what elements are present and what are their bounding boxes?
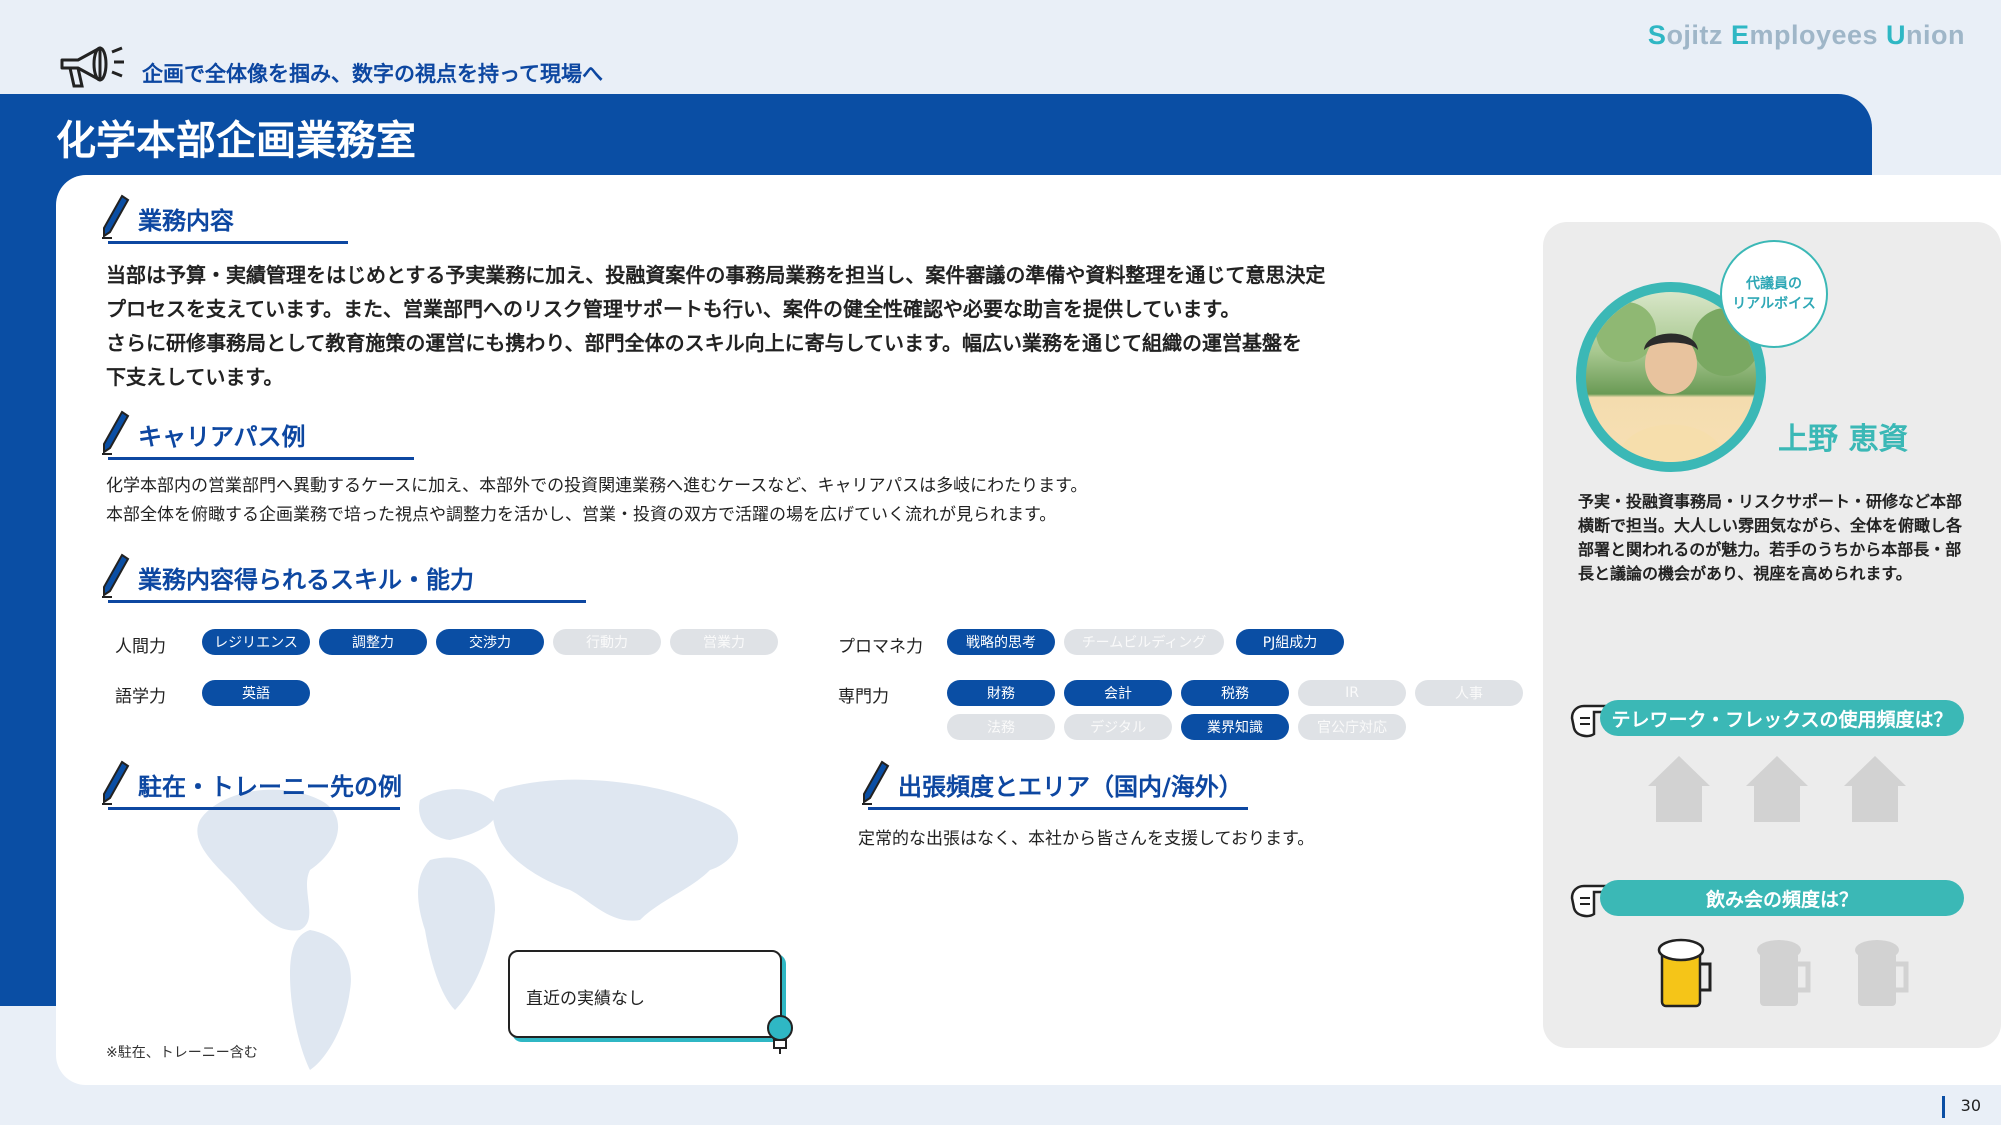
heading-underline	[868, 807, 1248, 810]
person-name: 上野 恵資	[1778, 422, 1909, 457]
career-line: 本部全体を俯瞰する企画業務で培った視点や調整力を活かし、営業・投資の双方で活躍の…	[106, 505, 1057, 525]
skill-pill: 財務	[947, 680, 1055, 706]
house-icon	[1746, 756, 1808, 822]
duties-text: 当部は予算・実績管理をはじめとする予実業務に加え、投融資案件の事務局業務を担当し…	[106, 258, 1486, 394]
pen-icon	[102, 553, 130, 598]
duties-line: さらに研修事務局として教育施策の運営にも携わり、部門全体のスキル向上に寄与してい…	[106, 331, 1302, 355]
heading-underline	[108, 600, 586, 603]
drinking-question: 飲み会の頻度は？	[1600, 880, 1964, 916]
skill-pill: チームビルディング	[1064, 629, 1224, 655]
section-heading-skills: 業務内容得られるスキル・能力	[100, 553, 586, 603]
bubble-text: リアルボイス	[1732, 296, 1816, 312]
page-number: 30	[1960, 1096, 1981, 1115]
lightbulb-icon	[767, 1015, 793, 1054]
telework-question: テレワーク・フレックスの使用頻度は？	[1600, 700, 1964, 736]
skill-pill: レジリエンス	[202, 629, 310, 655]
career-text: 化学本部内の営業部門へ異動するケースに加え、本部外での投資関連業務へ進むケースな…	[106, 472, 1406, 530]
skill-pill: 調整力	[319, 629, 427, 655]
bubble-text: 代議員の	[1746, 276, 1802, 292]
page-number-bar	[1942, 1096, 1945, 1118]
skill-pill: 交渉力	[436, 629, 544, 655]
beer-mug-icon	[1657, 938, 1712, 1008]
skill-pill: IR	[1298, 680, 1406, 706]
duties-line: プロセスを支えています。また、営業部門へのリスク管理サポートも行い、案件の健全性…	[106, 297, 1241, 321]
voice-bubble: 代議員の リアルボイス	[1720, 240, 1828, 348]
page-title: 化学本部企画業務室	[56, 118, 416, 164]
heading-underline	[108, 241, 348, 244]
callout-text: 直近の実績なし	[526, 989, 645, 1009]
house-icon	[1844, 756, 1906, 822]
duties-line: 当部は予算・実績管理をはじめとする予実業務に加え、投融資案件の事務局業務を担当し…	[106, 263, 1326, 287]
skill-pill: PJ組成力	[1236, 629, 1344, 655]
megaphone-icon	[60, 46, 124, 88]
beer-mug-icon	[1855, 940, 1909, 1006]
travel-text: 定常的な出張はなく、本社から皆さんを支援しております。	[858, 829, 1315, 849]
skill-pill: 行動力	[553, 629, 661, 655]
section-heading-posting: 駐在・トレーニー先の例	[100, 760, 402, 810]
skill-label-language: 語学力	[115, 687, 166, 707]
posting-footnote: ※駐在、トレーニー含む	[106, 1045, 258, 1061]
skill-label-expert: 専門力	[838, 687, 889, 707]
heading-underline	[108, 807, 400, 810]
skill-pill: 戦略的思考	[947, 629, 1055, 655]
beer-mug-icon	[1757, 940, 1811, 1006]
pen-icon	[102, 410, 130, 455]
section-heading-travel: 出張頻度とエリア（国内/海外）	[860, 760, 1248, 810]
career-line: 化学本部内の営業部門へ異動するケースに加え、本部外での投資関連業務へ進むケースな…	[106, 476, 1088, 496]
section-heading-duties: 業務内容	[100, 194, 348, 244]
skill-pill: 官公庁対応	[1298, 714, 1406, 740]
brand-logo: Sojitz Employees Union	[1647, 20, 1965, 50]
skill-pill: 法務	[947, 714, 1055, 740]
skill-pill: 人事	[1415, 680, 1523, 706]
tagline: 企画で全体像を掴み、数字の視点を持って現場へ	[142, 62, 603, 86]
person-description: 予実・投融資事務局・リスクサポート・研修など本部横断で担当。大人しい雰囲気ながら…	[1578, 492, 1963, 583]
pen-icon	[102, 194, 130, 239]
skill-label-proman: プロマネ力	[838, 637, 923, 657]
skill-pill: 英語	[202, 680, 310, 706]
skill-pill: デジタル	[1064, 714, 1172, 740]
section-heading-career: キャリアパス例	[100, 410, 414, 460]
posting-callout: 直近の実績なし	[508, 950, 782, 1038]
house-icon	[1648, 756, 1710, 822]
skill-label-human: 人間力	[115, 637, 166, 657]
tagline-row: 企画で全体像を掴み、数字の視点を持って現場へ	[56, 40, 603, 92]
duties-line: 下支えしています。	[106, 365, 284, 389]
pen-icon	[102, 760, 130, 805]
heading-underline	[108, 457, 414, 460]
skill-pill: 会計	[1064, 680, 1172, 706]
pen-icon	[862, 760, 890, 805]
skill-pill: 税務	[1181, 680, 1289, 706]
skill-pill: 営業力	[670, 629, 778, 655]
skill-pill: 業界知識	[1181, 714, 1289, 740]
